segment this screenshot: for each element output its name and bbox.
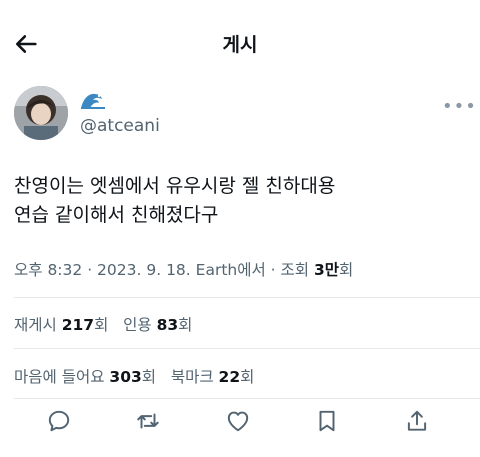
likes-count: 303 bbox=[109, 368, 142, 386]
likes-suffix: 회 bbox=[141, 368, 157, 386]
retweets-stat[interactable]: 재게시 217회 bbox=[14, 316, 108, 334]
post-date[interactable]: 2023. 9. 18. bbox=[97, 261, 191, 279]
likes-label: 마음에 들어요 bbox=[14, 368, 110, 386]
post-text-line: 찬영이는 엣셈에서 유우시랑 젤 친하대용 bbox=[14, 175, 336, 197]
quotes-stat[interactable]: 인용 83회 bbox=[123, 316, 192, 334]
top-bar: 게시 bbox=[0, 0, 480, 88]
bookmarks-count: 22 bbox=[218, 368, 241, 386]
meta-separator: · bbox=[265, 261, 281, 279]
divider bbox=[14, 398, 480, 399]
action-bar bbox=[0, 408, 480, 444]
repost-stats-row: 재게시 217회 인용 83회 bbox=[14, 313, 192, 335]
likes-stat[interactable]: 마음에 들어요 303회 bbox=[14, 368, 156, 386]
quotes-count: 83 bbox=[156, 316, 179, 334]
heart-icon bbox=[227, 411, 249, 432]
retweets-count: 217 bbox=[61, 316, 95, 334]
like-stats-row: 마음에 들어요 303회 북마크 22회 bbox=[14, 365, 254, 387]
retweet-icon bbox=[137, 413, 159, 429]
bookmark-icon bbox=[319, 410, 335, 432]
bookmarks-suffix: 회 bbox=[240, 368, 255, 386]
bookmarks-stat[interactable]: 북마크 22회 bbox=[171, 368, 255, 386]
reply-icon bbox=[48, 410, 70, 432]
quotes-suffix: 회 bbox=[178, 316, 193, 334]
retweets-suffix: 회 bbox=[94, 316, 109, 334]
post-meta: 오후 8:32 · 2023. 9. 18. Earth에서 · 조회 3만회 bbox=[14, 258, 353, 280]
wave-emoji-icon bbox=[80, 90, 106, 110]
more-options-button[interactable]: ••• bbox=[442, 96, 477, 117]
bookmark-button[interactable] bbox=[314, 408, 342, 436]
reply-button[interactable] bbox=[46, 408, 74, 436]
bookmarks-label: 북마크 bbox=[170, 368, 219, 386]
post-time[interactable]: 오후 8:32 bbox=[14, 261, 82, 279]
retweet-button[interactable] bbox=[135, 408, 163, 436]
post-text-line: 연습 같이해서 친해졌다구 bbox=[14, 204, 219, 226]
author-handle[interactable]: @atceani bbox=[80, 116, 160, 136]
avatar-photo bbox=[14, 86, 68, 140]
views-count: 3만 bbox=[313, 261, 340, 279]
views-suffix: 회 bbox=[339, 261, 354, 279]
more-horizontal-icon: ••• bbox=[442, 96, 477, 117]
share-icon bbox=[407, 410, 427, 431]
quotes-label: 인용 bbox=[123, 316, 157, 334]
like-button[interactable] bbox=[225, 408, 253, 436]
post-source: Earth에서 bbox=[195, 261, 266, 279]
post-text: 찬영이는 엣셈에서 유우시랑 젤 친하대용 연습 같이해서 친해졌다구 bbox=[14, 172, 464, 230]
retweets-label: 재게시 bbox=[14, 316, 62, 334]
divider bbox=[14, 348, 480, 349]
avatar[interactable] bbox=[14, 86, 68, 140]
meta-separator: · bbox=[82, 261, 98, 279]
page-title: 게시 bbox=[222, 34, 258, 56]
divider bbox=[14, 297, 480, 298]
share-button[interactable] bbox=[404, 408, 432, 436]
views-label: 조회 bbox=[280, 261, 314, 279]
